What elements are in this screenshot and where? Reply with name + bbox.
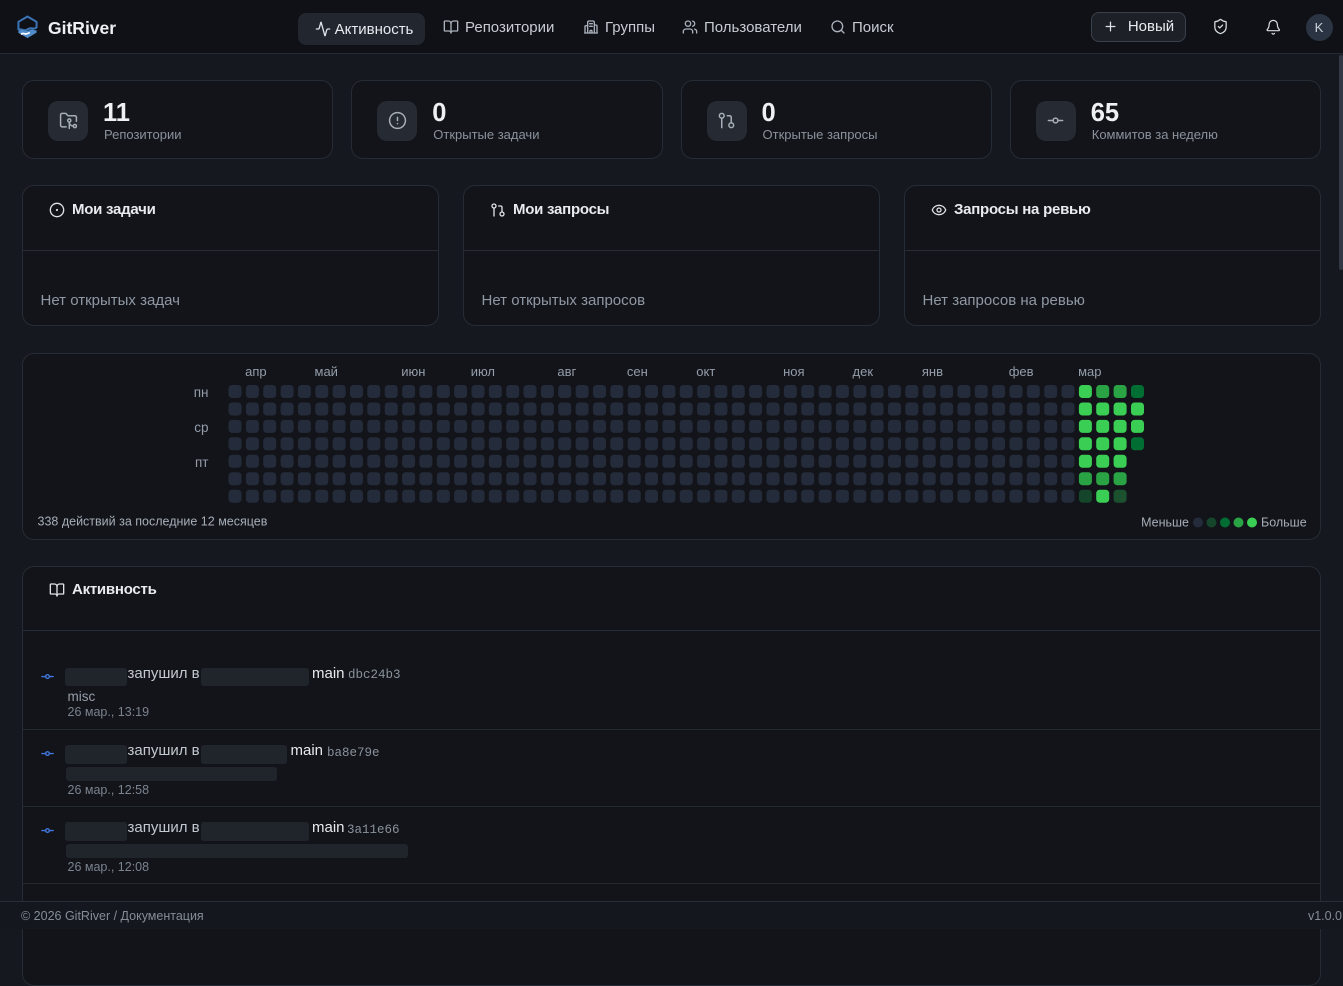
svg-text:дек: дек bbox=[853, 363, 874, 378]
svg-text:пт: пт bbox=[195, 454, 209, 469]
svg-text:июн: июн bbox=[401, 363, 425, 378]
svg-text:май: май bbox=[315, 363, 338, 378]
svg-text:авг: авг bbox=[557, 363, 576, 378]
svg-text:338 действий за последние 12 м: 338 действий за последние 12 месяцев bbox=[38, 514, 268, 528]
svg-text:мар: мар bbox=[1078, 363, 1101, 378]
svg-text:сен: сен bbox=[627, 363, 648, 378]
svg-text:пн: пн bbox=[194, 385, 209, 400]
svg-text:апр: апр bbox=[245, 363, 267, 378]
svg-text:фев: фев bbox=[1009, 363, 1034, 378]
svg-text:Меньше: Меньше bbox=[1141, 515, 1189, 529]
svg-text:ср: ср bbox=[194, 419, 208, 434]
svg-text:Больше: Больше bbox=[1261, 515, 1307, 529]
svg-text:июл: июл bbox=[471, 363, 495, 378]
svg-text:окт: окт bbox=[696, 363, 715, 378]
svg-text:янв: янв bbox=[922, 363, 943, 378]
svg-text:ноя: ноя bbox=[783, 363, 804, 378]
